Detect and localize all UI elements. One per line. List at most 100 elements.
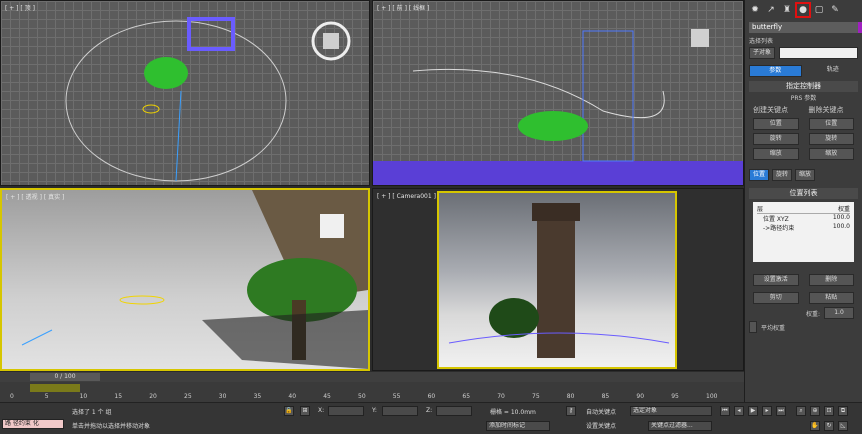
max-viewport-icon[interactable]: ⧉ — [838, 406, 848, 416]
tree-object — [489, 298, 539, 338]
add-time-tag[interactable]: 添加时间标记 — [486, 421, 550, 431]
ground-plane — [373, 161, 743, 185]
x-coordinate-field[interactable] — [328, 406, 364, 416]
weight-spinner[interactable]: 1.0 — [824, 307, 854, 319]
auto-key-label: 自动关键点 — [586, 409, 617, 416]
create-position-key-button[interactable]: 位置 — [753, 118, 799, 130]
track-tick-label: 10 — [79, 393, 88, 400]
position-list-box[interactable]: 层 权重 位置 XYZ 100.0 ->路径约束 100.0 — [753, 202, 854, 262]
prompt-hint: 单击并拖动以选择并移动对象 — [72, 423, 151, 430]
lock-selection-icon[interactable]: 🔒 — [284, 406, 294, 416]
hierarchy-tab-icon[interactable]: ♜ — [781, 4, 793, 16]
avg-weight-checkbox[interactable] — [749, 321, 757, 333]
track-tick-label: 5 — [44, 393, 49, 400]
field-of-view-icon[interactable]: ◺ — [838, 421, 848, 431]
track-tick-label: 60 — [427, 393, 436, 400]
track-tick-label: 25 — [184, 393, 192, 400]
viewport-camera[interactable]: [ + ] [ Camera001 ] [ 真实 ] — [372, 188, 744, 371]
go-to-end-icon[interactable]: ⏭ — [776, 406, 786, 416]
delete-scale-key-button[interactable]: 缩放 — [808, 148, 854, 160]
object-name-field[interactable]: butterfly — [749, 22, 862, 33]
utilities-tab-icon[interactable]: ✎ — [829, 4, 841, 16]
go-to-start-icon[interactable]: ⏮ — [720, 406, 730, 416]
set-active-button[interactable]: 设置激活 — [753, 274, 799, 286]
camera-safe-frame — [437, 191, 677, 369]
weight-row: 权重: 1.0 — [745, 306, 862, 320]
time-slider-thumb[interactable]: 0 / 100 — [30, 373, 100, 381]
selection-count: 选择了 1 个 组 — [72, 409, 112, 416]
track-tick-label: 30 — [218, 393, 227, 400]
list-item[interactable]: ->路径约束 100.0 — [757, 223, 850, 232]
tower-wireframe — [582, 30, 634, 162]
subtab-position[interactable]: 位置 — [749, 169, 770, 181]
track-tick-label: 85 — [601, 393, 610, 400]
viewport-perspective[interactable]: [ + ] [ 透视 ] [ 真实 ] — [0, 188, 370, 371]
previous-frame-icon[interactable]: ◂ — [734, 406, 744, 416]
pan-icon[interactable]: ✋ — [810, 421, 820, 431]
selection-set-label: 选择列表 — [749, 38, 774, 45]
key-icon[interactable]: ⚷ — [566, 406, 576, 416]
viewcube-icon — [320, 214, 344, 238]
viewcube-icon — [691, 29, 709, 47]
z-coordinate-field[interactable] — [436, 406, 472, 416]
create-key-label: 创建关键点 — [753, 106, 788, 114]
create-scale-key-button[interactable]: 缩放 — [753, 148, 799, 160]
delete-rotation-key-button[interactable]: 旋转 — [808, 133, 854, 145]
motion-tab-icon[interactable]: ● — [795, 2, 811, 18]
tab-trajectories[interactable]: 轨迹 — [808, 65, 859, 77]
track-tick-label: 0 — [10, 393, 14, 400]
display-tab-icon[interactable]: ▢ — [813, 4, 825, 16]
key-selection-dropdown[interactable]: 选定对象 — [630, 406, 712, 416]
y-label: Y: — [372, 407, 377, 414]
orbit-icon[interactable]: ↻ — [824, 421, 834, 431]
avg-weight-row: 平均权重 — [745, 320, 862, 334]
command-panel: ✹ ↗ ♜ ● ▢ ✎ butterfly 选择列表 子对象 参数 轨迹 指定控… — [744, 0, 862, 402]
play-icon[interactable]: ▶ — [748, 406, 758, 416]
delete-position-key-button[interactable]: 位置 — [808, 118, 854, 130]
y-coordinate-field[interactable] — [382, 406, 418, 416]
set-key-label: 设置关键点 — [586, 423, 617, 430]
track-tick-label: 65 — [462, 393, 471, 400]
object-color-swatch[interactable] — [858, 22, 862, 33]
cut-button[interactable]: 剪切 — [753, 292, 799, 304]
subtab-rotation[interactable]: 旋转 — [772, 169, 793, 181]
list-header: 层 权重 — [757, 206, 850, 214]
track-tick-label: 55 — [392, 393, 401, 400]
key-filters-button[interactable]: 关键点过滤器... — [648, 421, 712, 431]
subobject-row: 子对象 — [745, 46, 862, 60]
tower-object — [537, 218, 575, 358]
time-slider[interactable]: 0 / 100 — [0, 372, 744, 382]
track-bar-ticks — [30, 384, 80, 392]
zoom-all-icon[interactable]: ⊕ — [810, 406, 820, 416]
prs-title: PRS 参数 — [790, 95, 817, 102]
maxscript-listener[interactable]: 路 径约束 化 — [2, 419, 64, 429]
track-tick-label: 75 — [532, 393, 540, 400]
viewport-front[interactable]: [ + ] [ 前 ] [ 线框 ] — [372, 0, 744, 186]
viewport-top[interactable]: [ + ] [ 顶 ] — [0, 0, 370, 186]
rollout-assign-controller[interactable]: 指定控制器 — [749, 81, 858, 92]
delete-button[interactable]: 删除 — [808, 274, 854, 286]
subtab-scale[interactable]: 缩放 — [795, 169, 816, 181]
modify-tab-icon[interactable]: ↗ — [765, 4, 777, 16]
subobject-dropdown[interactable] — [779, 47, 858, 59]
list-item[interactable]: 位置 XYZ 100.0 — [757, 214, 850, 223]
selection-set-row: 选择列表 — [745, 35, 862, 46]
zoom-icon[interactable]: ⌕ — [796, 406, 806, 416]
create-rotation-key-button[interactable]: 旋转 — [753, 133, 799, 145]
shadow — [202, 310, 368, 369]
zoom-extents-icon[interactable]: ⊡ — [824, 406, 834, 416]
butterfly-object — [119, 295, 165, 305]
tree-object — [144, 57, 188, 89]
butterfly-object — [142, 104, 160, 114]
track-bar[interactable]: 0 5 10 15 20 25 30 35 40 45 50 55 60 65 70 75 80 85 90 95 10… — [0, 382, 744, 402]
tree-object — [518, 111, 588, 141]
motion-subtabs: 参数 轨迹 — [745, 64, 862, 78]
command-tabs: ✹ ↗ ♜ ● ▢ ✎ — [745, 0, 862, 20]
create-tab-icon[interactable]: ✹ — [749, 4, 761, 16]
next-frame-icon[interactable]: ▸ — [762, 406, 772, 416]
subobject-button[interactable]: 子对象 — [749, 47, 776, 59]
rollout-position-list[interactable]: 位置列表 — [749, 188, 858, 199]
tab-parameters[interactable]: 参数 — [749, 65, 802, 77]
absolute-mode-icon[interactable]: ⊞ — [300, 406, 310, 416]
paste-button[interactable]: 粘贴 — [808, 292, 854, 304]
